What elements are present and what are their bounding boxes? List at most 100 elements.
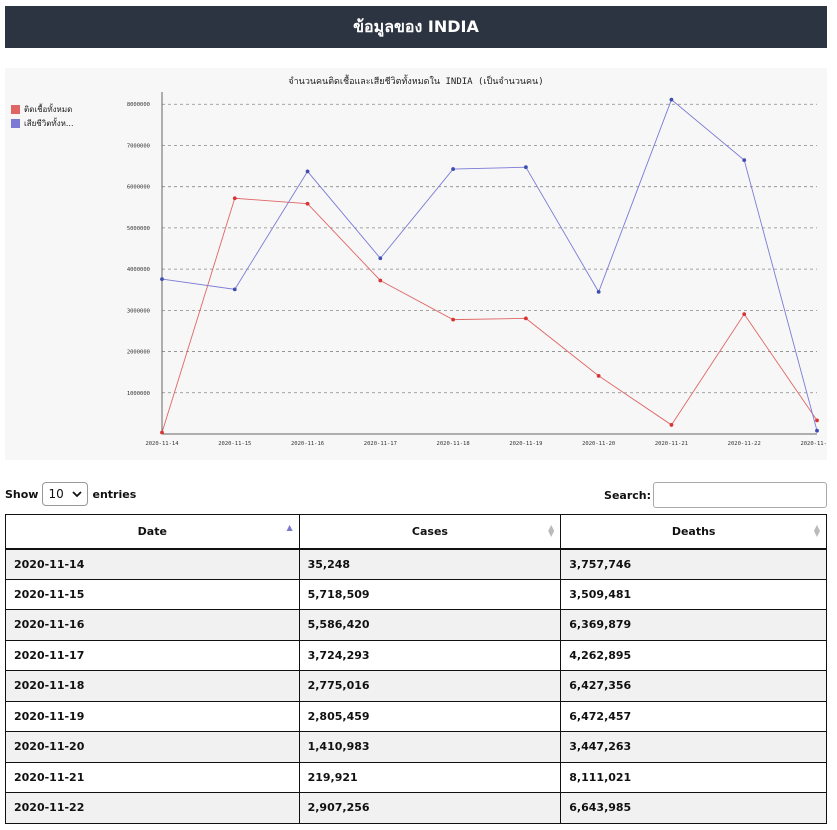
cell-deaths: 3,447,263 — [560, 731, 827, 763]
data-point — [669, 97, 674, 102]
chart-panel: จำนวนคนติดเชื้อและเสียชีวิตทั้งหมดใน IND… — [5, 68, 827, 460]
cell-date: 2020-11-15 — [5, 578, 300, 610]
show-label: Show — [5, 487, 39, 501]
y-tick-label: 7000000 — [127, 143, 150, 149]
cell-deaths: 3,757,746 — [560, 548, 827, 580]
data-point — [378, 278, 383, 283]
cell-deaths: 3,509,481 — [560, 578, 827, 610]
page-title: ข้อมูลของ INDIA — [353, 16, 479, 36]
x-tick-label: 2020-11-23 — [800, 441, 827, 447]
table-row: 2020-11-22 2,907,256 6,643,985 — [5, 792, 827, 824]
cell-cases: 1,410,983 — [298, 731, 562, 763]
data-point — [305, 169, 310, 174]
data-point — [232, 196, 237, 201]
cell-date: 2020-11-17 — [5, 639, 300, 671]
series-line-0 — [161, 197, 818, 433]
table-row: 2020-11-17 3,724,293 4,262,895 — [5, 639, 827, 671]
column-label-date: Date — [137, 524, 167, 538]
cell-deaths: 6,369,879 — [560, 609, 827, 641]
y-tick-label: 1000000 — [127, 391, 150, 397]
column-header-deaths[interactable]: Deaths ▲ ▼ — [560, 514, 827, 550]
cell-deaths: 6,472,457 — [560, 700, 827, 732]
x-tick-label: 2020-11-16 — [291, 441, 324, 447]
x-tick-label: 2020-11-21 — [655, 441, 688, 447]
cell-cases: 5,586,420 — [298, 609, 562, 641]
table-row: 2020-11-16 5,586,420 6,369,879 — [5, 609, 827, 641]
cell-deaths: 6,427,356 — [560, 670, 827, 702]
x-tick-label: 2020-11-14 — [145, 441, 179, 447]
y-tick-label: 3000000 — [127, 308, 150, 314]
data-point — [596, 290, 601, 294]
search-label: Search: — [604, 488, 651, 502]
entries-select-value: 10 — [48, 487, 64, 501]
x-tick-label: 2020-11-18 — [437, 441, 470, 447]
chevron-down-icon — [72, 487, 83, 501]
cell-cases: 2,805,459 — [298, 700, 562, 732]
data-table: Date ▲ Cases ▲ ▼ Deaths ▲ ▼ 2020-11-14 35,… — [5, 514, 827, 824]
data-point — [815, 428, 819, 433]
cell-date: 2020-11-21 — [5, 761, 300, 793]
x-tick-label: 2020-11-20 — [582, 441, 615, 447]
sort-both-icon: ▲ ▼ — [813, 523, 820, 538]
table-header-row: Date ▲ Cases ▲ ▼ Deaths ▲ ▼ — [5, 514, 827, 550]
cell-date: 2020-11-20 — [5, 731, 300, 763]
cell-deaths: 8,111,021 — [560, 761, 827, 793]
data-point — [451, 317, 456, 322]
y-tick-label: 4000000 — [127, 267, 150, 273]
cell-cases: 2,775,016 — [298, 670, 562, 702]
table-row: 2020-11-20 1,410,983 3,447,263 — [5, 731, 827, 763]
line-chart: 1000000 2000000 3000000 4000000 5000000 60000… — [127, 92, 827, 447]
cell-cases: 35,248 — [298, 548, 562, 580]
data-point — [742, 158, 747, 163]
x-tick-label: 2020-11-17 — [364, 441, 397, 447]
cell-cases: 2,907,256 — [298, 792, 562, 824]
table-controls: Show 10 entries Search: — [5, 480, 827, 508]
x-tick-label: 2020-11-22 — [728, 441, 761, 447]
cell-cases: 3,724,293 — [298, 639, 562, 671]
data-point — [523, 165, 528, 170]
column-label-deaths: Deaths — [671, 524, 716, 538]
search-input[interactable] — [653, 482, 827, 508]
cell-date: 2020-11-22 — [5, 792, 300, 824]
cell-deaths: 6,643,985 — [560, 792, 827, 824]
cell-cases: 219,921 — [298, 761, 562, 793]
data-point — [378, 256, 383, 261]
y-tick-label: 2000000 — [127, 350, 150, 356]
y-tick-label: 8000000 — [127, 102, 150, 108]
data-point — [160, 430, 164, 435]
cell-date: 2020-11-16 — [5, 609, 300, 641]
table-row: 2020-11-14 35,248 3,757,746 — [5, 548, 827, 580]
data-point — [815, 418, 819, 423]
data-point — [669, 423, 674, 427]
table-row: 2020-11-19 2,805,459 6,472,457 — [5, 700, 827, 732]
column-header-date[interactable]: Date ▲ — [5, 514, 300, 550]
search-control: Search: — [604, 482, 827, 508]
data-point — [232, 287, 237, 292]
series-line-1 — [161, 98, 818, 431]
column-label-cases: Cases — [411, 524, 448, 538]
cell-date: 2020-11-19 — [5, 700, 300, 732]
entries-label: entries — [92, 487, 137, 501]
data-point — [523, 316, 528, 321]
entries-control: Show 10 entries — [5, 482, 136, 506]
cell-date: 2020-11-14 — [5, 548, 300, 580]
page-header: ข้อมูลของ INDIA — [5, 6, 827, 48]
column-header-cases[interactable]: Cases ▲ ▼ — [298, 514, 562, 550]
x-tick-label: 2020-11-19 — [509, 441, 542, 447]
data-point — [742, 312, 747, 317]
cell-cases: 5,718,509 — [298, 578, 562, 610]
data-point — [596, 373, 601, 378]
table-row: 2020-11-15 5,718,509 3,509,481 — [5, 578, 827, 610]
data-point — [160, 277, 164, 282]
sort-both-icon: ▲ ▼ — [548, 523, 555, 538]
cell-date: 2020-11-18 — [5, 670, 300, 702]
sort-asc-icon: ▲ — [286, 523, 293, 532]
table-row: 2020-11-21 219,921 8,111,021 — [5, 761, 827, 793]
data-point — [451, 167, 456, 171]
entries-select[interactable]: 10 — [42, 482, 89, 506]
table-row: 2020-11-18 2,775,016 6,427,356 — [5, 670, 827, 702]
x-tick-label: 2020-11-15 — [218, 441, 251, 447]
cell-deaths: 4,262,895 — [560, 639, 827, 671]
y-tick-label: 6000000 — [127, 185, 150, 191]
y-tick-label: 5000000 — [127, 226, 150, 232]
